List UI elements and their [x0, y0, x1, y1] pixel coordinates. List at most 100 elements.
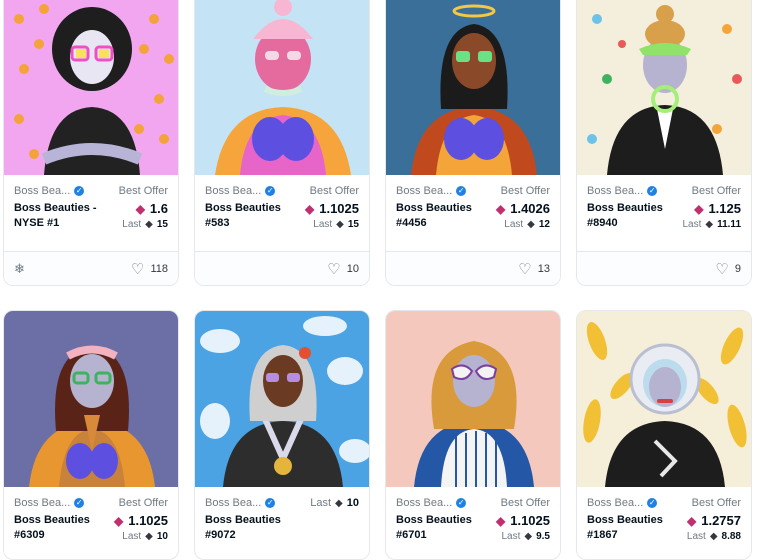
nft-card[interactable]: Boss Bea... ✓ Boss Beauties #6701 Best Of… — [385, 310, 561, 560]
ethereum-icon: ◆ — [527, 219, 535, 230]
nft-name[interactable]: Boss Beauties #8940 — [587, 201, 687, 231]
nft-image[interactable] — [195, 311, 369, 487]
card-info: Boss Bea... ✓ Boss Beauties #6701 Best Of… — [386, 487, 560, 551]
nft-name[interactable]: Boss Beauties - NYSE #1 — [14, 201, 114, 231]
ethereum-icon: ◆ — [687, 513, 697, 528]
collection-name[interactable]: Boss Bea... — [587, 497, 643, 509]
nft-image[interactable] — [386, 311, 560, 487]
favorite-button[interactable]: ♡ 118 — [131, 260, 168, 278]
price-value: 1.1025 — [319, 201, 359, 216]
price-label: Best Offer — [500, 497, 550, 509]
card-footer: ♡ 9 — [577, 251, 751, 285]
nft-card[interactable]: Boss Bea... ✓ Boss Beauties #1867 Best Of… — [576, 310, 752, 560]
last-value: 12 — [538, 219, 550, 230]
nft-name[interactable]: Boss Beauties #1867 — [587, 513, 687, 543]
collection-name[interactable]: Boss Bea... — [205, 497, 261, 509]
card-info: Boss Bea... ✓ Boss Beauties #1867 Best Of… — [577, 487, 751, 551]
ethereum-icon: ◆ — [335, 497, 343, 509]
card-footer: ♡ 13 — [386, 251, 560, 285]
collection-name[interactable]: Boss Bea... — [396, 185, 452, 197]
ethereum-icon: ◆ — [305, 201, 315, 216]
nft-card[interactable]: Boss Bea... ✓ Boss Beauties #4456 Best Of… — [385, 0, 561, 286]
verified-badge-icon: ✓ — [647, 498, 658, 508]
ethereum-icon: ◆ — [496, 201, 506, 216]
price-label: Best Offer — [309, 185, 359, 197]
last-label: Last — [501, 531, 521, 542]
favorite-count: 9 — [734, 262, 741, 275]
nft-grid: Boss Bea... ✓ Boss Beauties - NYSE #1 Bes… — [0, 0, 760, 560]
verified-badge-icon: ✓ — [456, 186, 467, 196]
last-label: Last — [686, 531, 706, 542]
nft-image[interactable] — [577, 311, 751, 487]
price-block: Last ◆ 10 — [310, 497, 359, 509]
ethereum-icon: ◆ — [709, 531, 718, 542]
nft-card[interactable]: Boss Bea... ✓ Boss Beauties #8940 Best Of… — [576, 0, 752, 286]
nft-card[interactable]: Boss Bea... ✓ Boss Beauties #6309 Best Of… — [3, 310, 179, 560]
nft-image[interactable] — [4, 311, 178, 487]
last-label: Last — [310, 497, 332, 509]
snowflake-icon: ❄ — [14, 260, 25, 276]
card-info: Boss Bea... ✓ Boss Beauties #8940 Best Of… — [577, 175, 751, 251]
collection-name[interactable]: Boss Bea... — [205, 185, 261, 197]
price-block: Best Offer ◆ 1.1025 Last ◆ 10 — [114, 497, 168, 542]
last-value: 9.5 — [536, 531, 550, 542]
nft-card[interactable]: Boss Bea... ✓ Boss Beauties #583 Best Off… — [194, 0, 370, 286]
favorite-button[interactable]: ♡ 9 — [715, 260, 741, 278]
price-value: 1.4026 — [510, 201, 550, 216]
ethereum-icon: ◆ — [705, 219, 714, 230]
nft-image[interactable] — [577, 0, 751, 175]
last-value: 10 — [156, 531, 168, 542]
card-info: Boss Bea... ✓ Boss Beauties #583 Best Off… — [195, 175, 369, 251]
nft-name[interactable]: Boss Beauties #4456 — [396, 201, 496, 231]
nft-image[interactable] — [4, 0, 178, 175]
last-value: 10 — [346, 497, 359, 509]
verified-badge-icon: ✓ — [265, 186, 276, 196]
ethereum-icon: ◆ — [496, 513, 506, 528]
ethereum-icon: ◆ — [145, 219, 153, 230]
collection-name[interactable]: Boss Bea... — [396, 497, 452, 509]
price-label: Best Offer — [118, 185, 168, 197]
heart-icon[interactable]: ♡ — [715, 260, 728, 278]
last-label: Last — [122, 531, 142, 542]
price-label: Best Offer — [691, 497, 741, 509]
card-info: Boss Bea... ✓ Boss Beauties - NYSE #1 Bes… — [4, 175, 178, 251]
price-block: Best Offer ◆ 1.1025 Last ◆ 15 — [305, 185, 359, 230]
collection-name[interactable]: Boss Bea... — [14, 185, 70, 197]
favorite-count: 118 — [150, 262, 168, 275]
nft-name[interactable]: Boss Beauties #9072 — [205, 513, 305, 543]
collection-name[interactable]: Boss Bea... — [14, 497, 70, 509]
price-block: Best Offer ◆ 1.6 Last ◆ 15 — [119, 185, 168, 230]
price-block: Best Offer ◆ 1.1025 Last ◆ 9.5 — [496, 497, 550, 542]
collection-name[interactable]: Boss Bea... — [587, 185, 643, 197]
favorite-count: 10 — [346, 262, 359, 275]
price-value: 1.2757 — [701, 513, 741, 528]
nft-image[interactable] — [195, 0, 369, 175]
nft-card[interactable]: Boss Bea... ✓ Boss Beauties #9072 Last ◆ 10 — [194, 310, 370, 560]
nft-image[interactable] — [386, 0, 560, 175]
last-value: 15 — [156, 219, 168, 230]
price-value: 1.125 — [708, 201, 741, 216]
nft-card[interactable]: Boss Bea... ✓ Boss Beauties - NYSE #1 Bes… — [3, 0, 179, 286]
verified-badge-icon: ✓ — [74, 186, 85, 196]
ethereum-icon: ◆ — [145, 531, 153, 542]
verified-badge-icon: ✓ — [647, 186, 658, 196]
verified-badge-icon: ✓ — [74, 498, 85, 508]
verified-badge-icon: ✓ — [456, 498, 467, 508]
price-value: 1.1025 — [128, 513, 168, 528]
ethereum-icon: ◆ — [135, 201, 145, 216]
card-footer: ♡ 10 — [195, 251, 369, 285]
price-label: Best Offer — [118, 497, 168, 509]
heart-icon[interactable]: ♡ — [518, 260, 531, 278]
price-label: Best Offer — [500, 185, 550, 197]
heart-icon[interactable]: ♡ — [131, 260, 144, 278]
last-value: 11.11 — [717, 219, 741, 230]
favorite-button[interactable]: ♡ 10 — [327, 260, 359, 278]
nft-name[interactable]: Boss Beauties #583 — [205, 201, 305, 231]
card-info: Boss Bea... ✓ Boss Beauties #9072 Last ◆ 10 — [195, 487, 369, 551]
favorite-count: 13 — [537, 262, 550, 275]
favorite-button[interactable]: ♡ 13 — [518, 260, 550, 278]
heart-icon[interactable]: ♡ — [327, 260, 340, 278]
nft-name[interactable]: Boss Beauties #6701 — [396, 513, 496, 543]
nft-name[interactable]: Boss Beauties #6309 — [14, 513, 114, 543]
card-info: Boss Bea... ✓ Boss Beauties #4456 Best Of… — [386, 175, 560, 251]
